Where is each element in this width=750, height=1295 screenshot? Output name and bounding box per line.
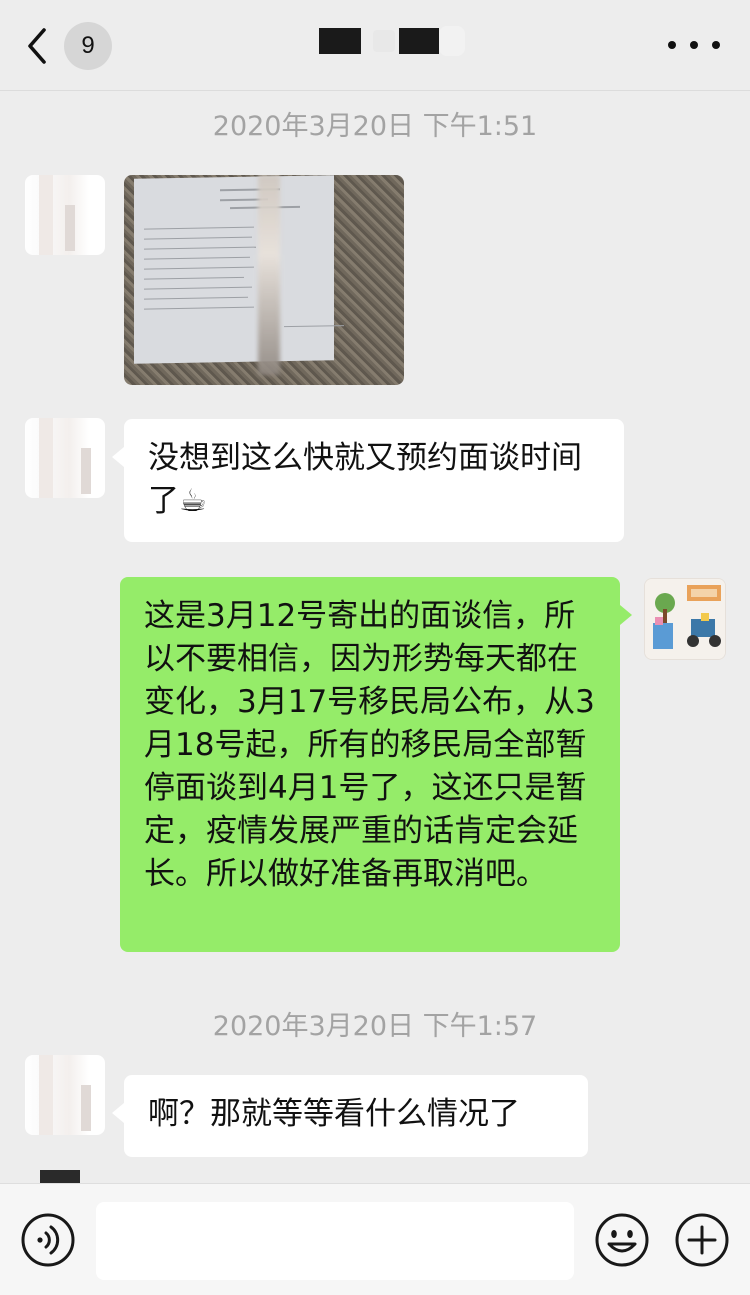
chevron-left-icon — [28, 28, 46, 64]
image-message-document-photo[interactable] — [124, 175, 404, 385]
message-bubble-received[interactable]: 啊？那就等等看什么情况了 — [112, 1075, 588, 1157]
emoji-icon — [595, 1213, 649, 1267]
timestamp: 2020年3月20日 下午1:51 — [212, 111, 538, 142]
message-bubble-received[interactable]: 没想到这么快就又预约面谈时间了☕ — [112, 419, 624, 542]
more-functions-button[interactable] — [674, 1212, 730, 1268]
contact-avatar[interactable] — [25, 175, 105, 255]
message-input[interactable] — [96, 1202, 574, 1280]
contact-avatar[interactable] — [25, 1055, 105, 1135]
input-toolbar — [0, 1183, 750, 1295]
contact-avatar[interactable] — [25, 418, 105, 498]
message-bubble-sent[interactable]: 这是3月12号寄出的面谈信，所以不要相信，因为形势每天都在变化，3月17号移民局… — [120, 577, 632, 952]
unread-count-badge: 9 — [64, 22, 112, 70]
more-options-button[interactable] — [668, 30, 720, 60]
timestamp: 2020年3月20日 下午1:57 — [212, 1011, 538, 1042]
voice-input-button[interactable] — [20, 1212, 76, 1268]
chat-screen: 9 2020年3月20日 下午1:51 没想到这么快就又预约面谈时间了☕ 这是3… — [0, 0, 750, 1295]
chat-title-redacted — [315, 22, 465, 62]
chat-header: 9 — [0, 0, 750, 91]
voice-icon — [21, 1213, 75, 1267]
more-dots-icon — [668, 41, 676, 49]
emoji-button[interactable] — [594, 1212, 650, 1268]
avatar-image — [645, 579, 725, 659]
my-avatar[interactable] — [644, 578, 726, 660]
plus-icon — [675, 1213, 729, 1267]
